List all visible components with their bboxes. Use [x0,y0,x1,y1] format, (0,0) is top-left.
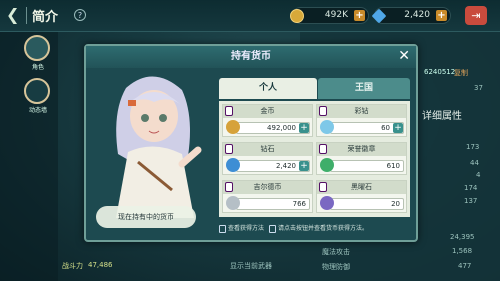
sidebar-item-wall[interactable]: 动态墙 [20,105,56,114]
location-icon[interactable] [319,144,327,154]
stat-label: 物理防御 [322,263,350,271]
add-button[interactable]: + [299,123,309,133]
currency-cell: 吉尔德币 766 [222,180,313,213]
sidebar-item-role[interactable]: 角色 [20,62,56,71]
dynamic-wall-icon[interactable] [24,78,50,104]
diamond-icon [226,158,240,172]
currency-name: 黑曜石 [317,181,406,194]
currency-value: 60 [381,124,390,132]
currency-cell: 彩钻 60 + [316,104,407,137]
currency-grid: 金币 492,000 + 彩钻 60 + 钻石 2,420 + 荣誉徽章 610… [219,101,410,217]
show-weapon-toggle[interactable]: 显示当前武器 [230,261,272,271]
diamond-value: 2,420 [404,10,430,20]
gold-coin-icon [290,9,304,23]
stat-value: 174 [464,184,478,192]
add-button[interactable]: + [299,161,309,171]
tab-kingdom[interactable]: 王国 [318,78,410,99]
currency-name: 彩钻 [317,105,406,118]
rainbow-diamond-icon [320,120,334,134]
currency-value: 766 [292,200,306,208]
location-icon[interactable] [225,182,233,192]
combat-label: 战斗力 [62,262,83,270]
honor-badge-icon [320,158,334,172]
exit-icon[interactable]: ⇥ [465,6,487,25]
stat-value: 477 [458,262,472,270]
avatar[interactable] [24,35,50,61]
stat-value: 137 [464,197,478,205]
speech-bubble: 现在持有中的货币 [96,206,196,228]
currency-value: 610 [386,162,400,170]
currency-name: 金币 [223,105,312,118]
currency-name: 荣誉徽章 [317,143,406,156]
level-value: 37 [474,84,483,92]
top-bar: ❮ 简介 ? 492K + 2,420 + ⇥ [0,0,500,32]
page-title: 简介 [32,10,59,25]
stat-value: 24,395 [450,233,475,241]
currency-value: 2,420 [275,162,296,170]
currency-value: 20 [391,200,400,208]
currency-cell: 黑曜石 20 [316,180,407,213]
currency-value: 492,000 [267,124,296,132]
detail-tab[interactable]: 详细属性 [422,107,462,122]
close-icon[interactable]: ✕ [398,48,410,65]
back-arrow-icon[interactable]: ❮ [6,6,22,24]
location-icon[interactable] [225,144,233,154]
gold-value: 492K [324,10,348,20]
currency-cell: 金币 492,000 + [222,104,313,137]
gold-currency: 492K + [290,7,369,24]
help-icon[interactable]: ? [74,9,86,21]
diamond-icon [371,8,387,24]
uid: 6240512 [424,68,456,76]
combat-value: 47,486 [88,261,113,269]
stat-value: 44 [470,159,479,167]
stat-value: 173 [466,143,480,151]
location-icon [268,224,276,233]
add-diamond-button[interactable]: + [436,10,447,21]
obsidian-icon [320,196,334,210]
location-icon[interactable] [319,106,327,116]
currency-cell: 荣誉徽章 610 [316,142,407,175]
location-icon[interactable] [225,106,233,116]
add-gold-button[interactable]: + [354,10,365,21]
add-button[interactable]: + [393,123,403,133]
footer-hint: 查看获得方法 请点击按钮并查看货币获得方法。 [219,223,410,233]
stat-value: 4 [476,171,481,179]
tab-personal[interactable]: 个人 [219,78,317,99]
stat-value: 1,568 [452,247,473,255]
location-icon [219,224,226,233]
stat-label: 魔法攻击 [322,248,350,256]
currency-cell: 钻石 2,420 + [222,142,313,175]
gold-coin-icon [226,120,240,134]
diamond-currency: 2,420 + [371,7,451,24]
hint-text: 请点击按钮并查看货币获得方法。 [277,225,368,232]
hint-label: 查看获得方法 [228,225,265,232]
currency-name: 吉尔德币 [223,181,312,194]
currency-name: 钻石 [223,143,312,156]
divider [26,7,27,24]
gild-coin-icon [226,196,240,210]
copy-button[interactable]: 复制 [454,68,468,78]
modal-title: 持有货币 [86,46,416,68]
location-icon[interactable] [319,182,327,192]
